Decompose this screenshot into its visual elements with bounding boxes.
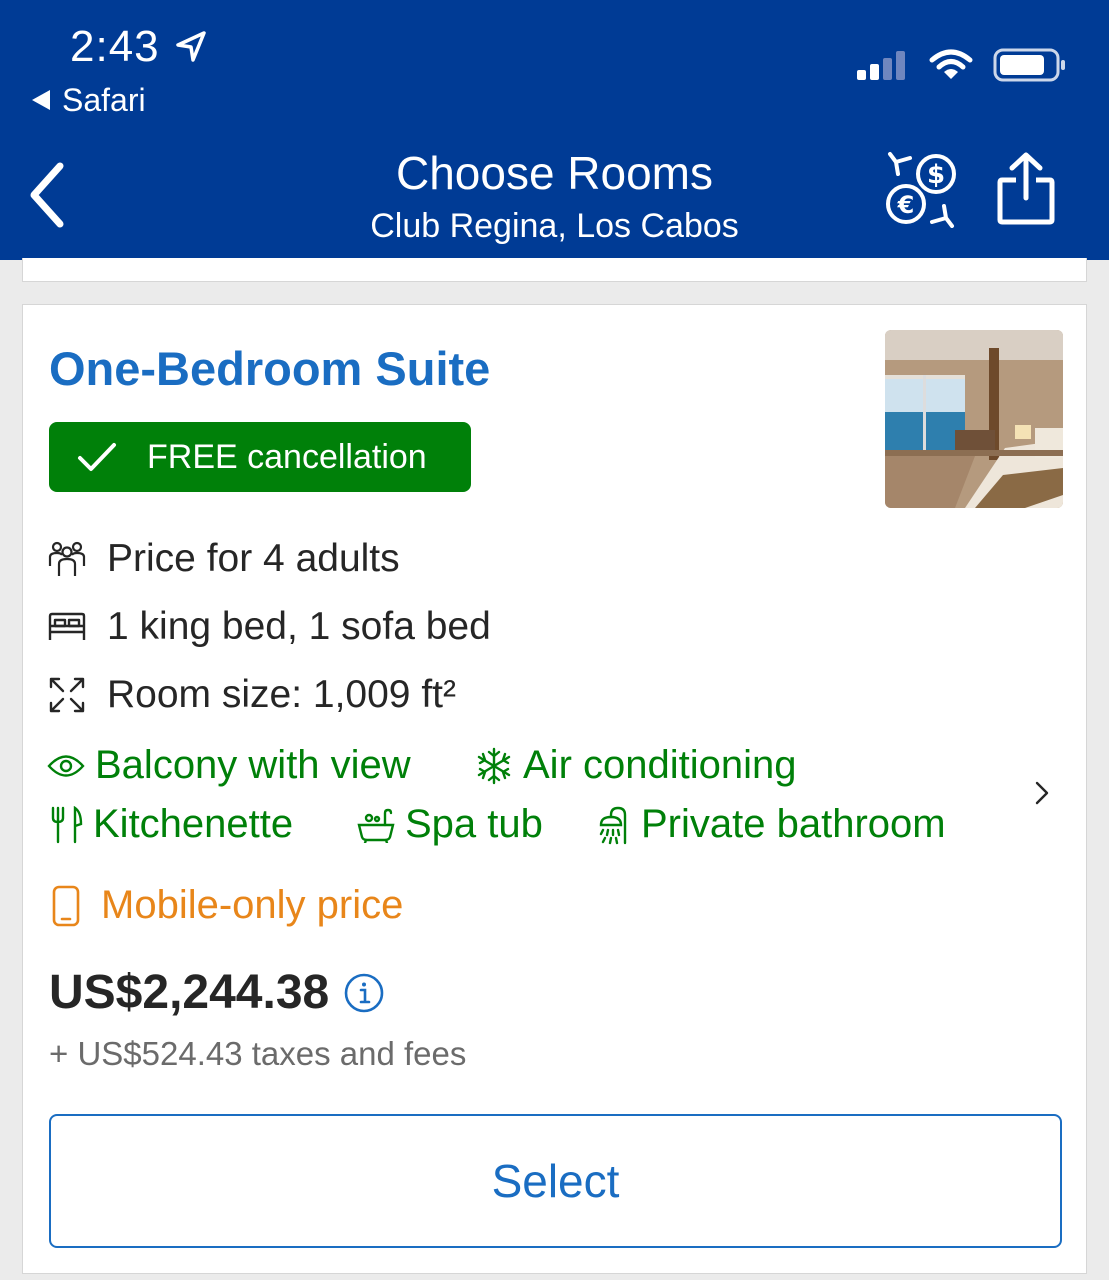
svg-text:€: € xyxy=(897,191,915,219)
mobile-only-text: Mobile-only price xyxy=(101,883,404,927)
amenity-spa-tub-text: Spa tub xyxy=(405,802,543,846)
amenity-balcony: Balcony with view xyxy=(47,743,411,788)
currency-exchange-icon[interactable]: $ € xyxy=(884,150,960,228)
back-to-safari[interactable]: Safari xyxy=(32,82,146,119)
mobile-phone-icon xyxy=(52,885,80,926)
fact-beds-text: 1 king bed, 1 sofa bed xyxy=(107,605,491,648)
bed-icon xyxy=(48,612,86,640)
share-icon[interactable] xyxy=(996,152,1056,226)
eye-icon xyxy=(47,754,85,777)
fact-occupancy: Price for 4 adults xyxy=(45,525,491,593)
room-facts: Price for 4 adults 1 king bed, 1 sofa be… xyxy=(45,525,491,729)
price-value: US$2,244.38 xyxy=(49,966,330,1019)
fact-occupancy-text: Price for 4 adults xyxy=(107,537,400,580)
room-photo[interactable] xyxy=(885,330,1063,508)
battery-icon xyxy=(993,48,1065,82)
fork-knife-icon xyxy=(51,805,83,843)
bathtub-icon xyxy=(357,808,395,843)
back-triangle-icon xyxy=(32,89,50,110)
chevron-right-icon[interactable] xyxy=(1033,780,1051,806)
amenity-balcony-text: Balcony with view xyxy=(95,743,411,787)
snowflake-icon xyxy=(477,747,511,784)
amenity-kitchenette-text: Kitchenette xyxy=(93,802,294,846)
room-size-icon xyxy=(49,677,85,713)
amenity-kitchenette: Kitchenette xyxy=(49,802,293,847)
fact-size-text: Room size: 1,009 ft² xyxy=(107,673,456,716)
checkmark-icon xyxy=(78,443,116,471)
signal-icon xyxy=(857,51,905,80)
status-icons xyxy=(857,48,1067,82)
taxes-and-fees: + US$524.43 taxes and fees xyxy=(49,1035,467,1072)
amenity-bathroom-text: Private bathroom xyxy=(641,802,946,846)
fact-beds: 1 king bed, 1 sofa bed xyxy=(45,593,491,661)
app-header: 2:43 Safari Choose Rooms Club Regina, Lo… xyxy=(0,0,1109,260)
svg-text:$: $ xyxy=(927,160,945,190)
wifi-icon xyxy=(929,49,973,79)
info-icon[interactable] xyxy=(343,972,385,1014)
guests-icon xyxy=(48,541,86,576)
amenity-private-bathroom: Private bathroom xyxy=(595,802,946,847)
room-card: One-Bedroom Suite FREE cancellation Pric… xyxy=(22,304,1087,1274)
status-time: 2:43 xyxy=(70,22,160,71)
shower-icon xyxy=(599,806,627,844)
previous-card-edge xyxy=(22,258,1087,282)
free-cancellation-badge: FREE cancellation xyxy=(49,422,471,492)
amenity-air-conditioning: Air conditioning xyxy=(475,743,797,788)
mobile-only-price: Mobile-only price xyxy=(51,883,403,928)
location-arrow-icon xyxy=(176,31,206,62)
fact-size: Room size: 1,009 ft² xyxy=(45,661,491,729)
room-name-link[interactable]: One-Bedroom Suite xyxy=(49,341,490,396)
back-app-label: Safari xyxy=(62,82,146,118)
amenity-ac-text: Air conditioning xyxy=(523,743,797,787)
select-button[interactable]: Select xyxy=(49,1114,1062,1248)
badge-label: FREE cancellation xyxy=(147,437,427,476)
room-price: US$2,244.38 xyxy=(49,965,385,1020)
amenity-spa-tub: Spa tub xyxy=(357,802,543,847)
